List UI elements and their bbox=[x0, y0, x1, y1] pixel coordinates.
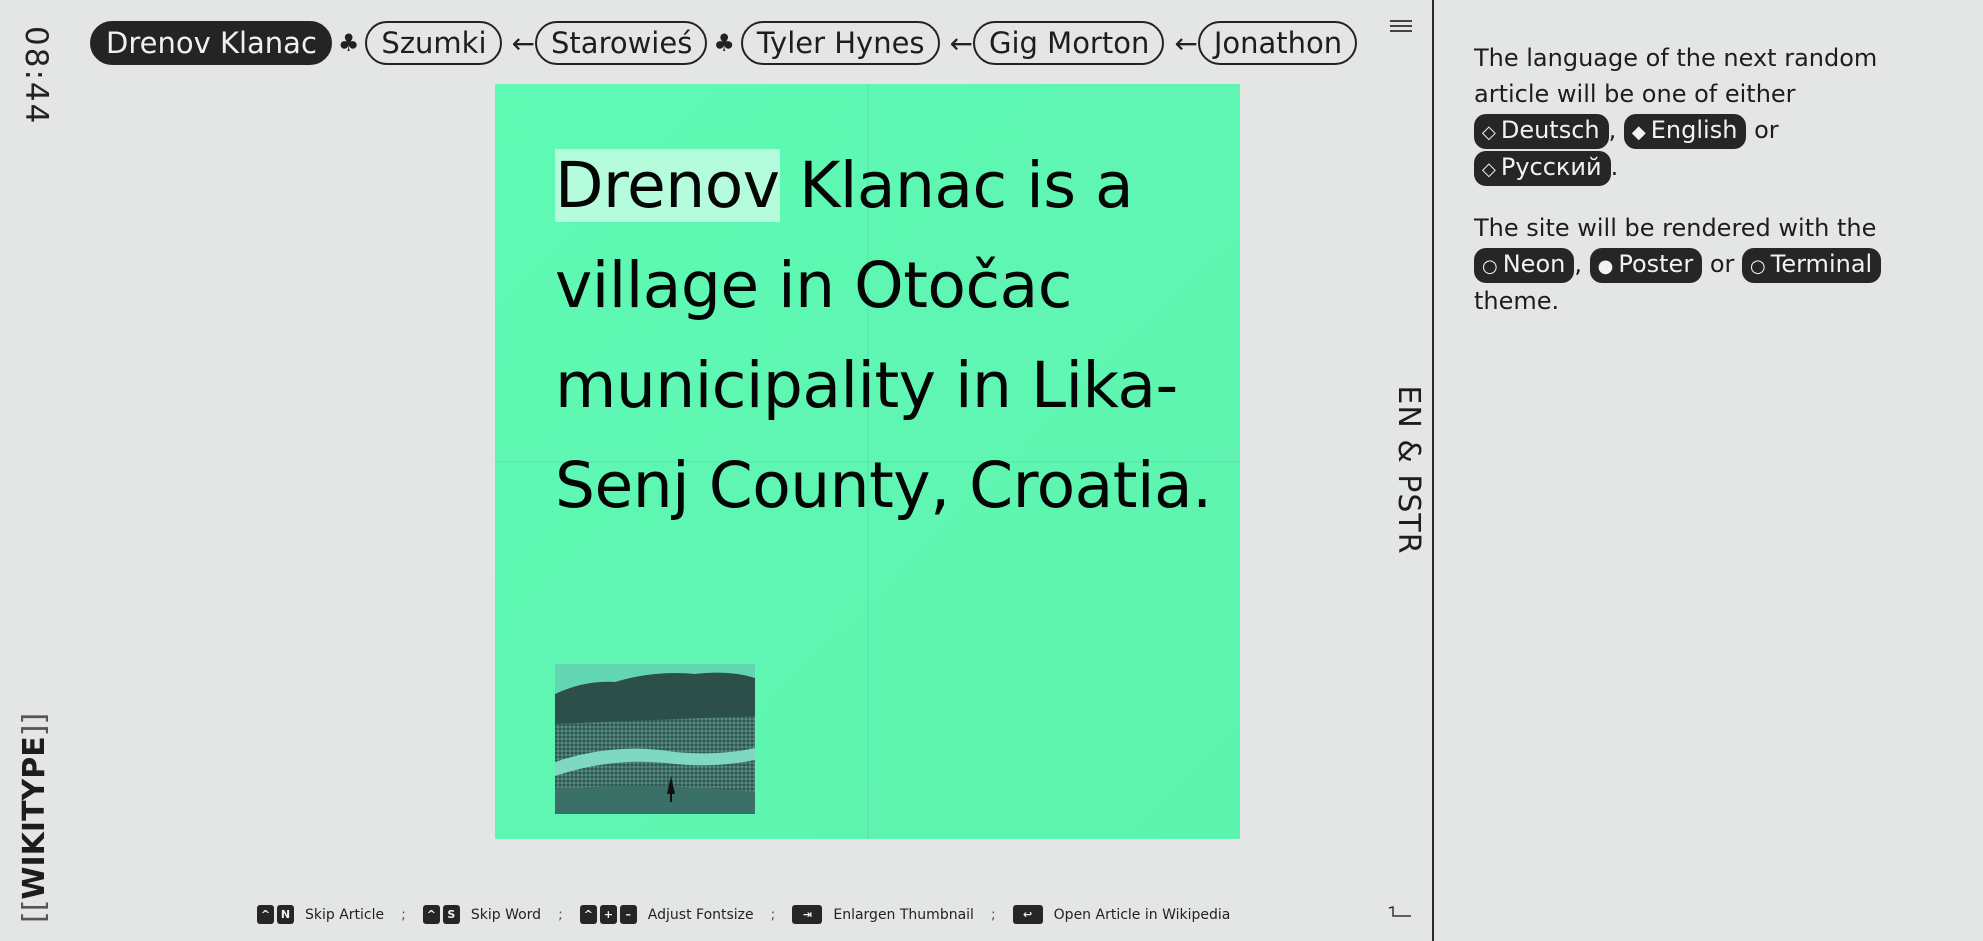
keyboard-hint: ^ S Skip Word bbox=[422, 905, 542, 924]
theme-chip-label: Neon bbox=[1502, 250, 1566, 278]
arrow-left-icon: ← bbox=[511, 26, 536, 60]
lang-chip-russian[interactable]: ◇ Русский bbox=[1474, 151, 1611, 186]
settings-sidebar: The language of the next random article … bbox=[1474, 40, 1944, 343]
hint-label: Skip Article bbox=[305, 906, 385, 923]
hint-separator: ; bbox=[558, 906, 563, 923]
key-cap: ^ bbox=[257, 905, 274, 924]
trail-item[interactable]: Starowieś bbox=[535, 21, 708, 65]
theme-paragraph: The site will be rendered with the ○ Neon… bbox=[1474, 210, 1944, 319]
keyboard-hints: ^ N Skip Article; ^ S Skip Word; ^ + – Adjust Fon… bbox=[257, 905, 1230, 924]
hint-label: Open Article in Wikipedia bbox=[1053, 906, 1231, 923]
article-trail: Drenov Klanac ♣ Szumki ← Starowieś ♣ Tyler Hyn… bbox=[90, 20, 1362, 66]
lang-chip-label: Русский bbox=[1500, 153, 1602, 181]
hint-label: Skip Word bbox=[470, 906, 542, 923]
theme-chip-label: Poster bbox=[1618, 250, 1694, 278]
keyboard-hint: ^ + – Adjust Fontsize bbox=[579, 905, 754, 924]
circle-outline-icon: ○ bbox=[1482, 256, 1498, 277]
keyboard-hint: ⇥ Enlargen Thumbnail bbox=[792, 905, 974, 924]
key-cap: ↩ bbox=[1012, 905, 1043, 924]
or-text: or bbox=[1754, 116, 1779, 144]
current-word-highlight: Drenov bbox=[555, 149, 780, 222]
hint-label: Adjust Fontsize bbox=[647, 906, 754, 923]
keyboard-hint: ↩ Open Article in Wikipedia bbox=[1012, 905, 1231, 924]
diamond-outline-icon: ◇ bbox=[1482, 122, 1496, 143]
or-text: or bbox=[1709, 250, 1735, 278]
article-text: Drenov Klanac is a village in Otočac mun… bbox=[555, 136, 1215, 536]
clock: 08:44 bbox=[18, 26, 54, 126]
wikitype-logo[interactable]: [[WIKITYPE]] bbox=[17, 713, 53, 923]
trail-item[interactable]: Gig Morton bbox=[973, 21, 1165, 65]
theme-chip-label: Terminal bbox=[1770, 250, 1873, 278]
menu-icon[interactable] bbox=[1390, 20, 1412, 34]
logo-bracket-close: ]] bbox=[17, 712, 52, 737]
club-icon: ♣ bbox=[713, 29, 735, 57]
lang-chip-label: English bbox=[1650, 116, 1738, 144]
lang-chip-deutsch[interactable]: ◇ Deutsch bbox=[1474, 114, 1609, 149]
trail-item[interactable]: Jonathon bbox=[1197, 21, 1358, 65]
hint-separator: ; bbox=[990, 906, 996, 923]
key-cap: ^ bbox=[579, 905, 597, 924]
key-cap: N bbox=[277, 905, 294, 924]
arrow-left-icon: ← bbox=[1174, 26, 1198, 60]
article-thumbnail[interactable] bbox=[555, 664, 755, 814]
trail-item[interactable]: Szumki bbox=[365, 21, 502, 65]
theme-chip-poster[interactable]: ● Poster bbox=[1589, 248, 1703, 283]
key-cap: + bbox=[599, 905, 617, 924]
lang-chip-label: Deutsch bbox=[1500, 116, 1600, 144]
circle-filled-icon: ● bbox=[1597, 256, 1614, 277]
theme-chip-neon[interactable]: ○ Neon bbox=[1474, 248, 1575, 283]
trail-item[interactable]: Tyler Hynes bbox=[740, 21, 940, 65]
language-paragraph: The language of the next random article … bbox=[1474, 40, 1944, 186]
logo-text: WIKITYPE bbox=[17, 736, 52, 900]
period: . bbox=[1610, 153, 1619, 181]
club-icon: ♣ bbox=[337, 29, 360, 57]
language-theme-indicator[interactable]: EN & PSTR bbox=[1390, 380, 1426, 560]
key-cap: ^ bbox=[422, 905, 440, 924]
hint-separator: ; bbox=[770, 906, 776, 923]
hint-label: Enlargen Thumbnail bbox=[833, 906, 974, 923]
hint-separator: ; bbox=[401, 906, 406, 923]
key-cap: S bbox=[442, 905, 460, 924]
comma: , bbox=[1608, 116, 1617, 144]
trail-item-current[interactable]: Drenov Klanac bbox=[90, 21, 332, 65]
pane-divider bbox=[1432, 0, 1434, 941]
diamond-filled-icon: ◆ bbox=[1631, 122, 1646, 143]
circle-outline-icon: ○ bbox=[1750, 256, 1766, 277]
logo-bracket-open: [[ bbox=[17, 899, 52, 923]
article-poster: Drenov Klanac is a village in Otočac mun… bbox=[495, 84, 1240, 839]
lang-chip-english[interactable]: ◆ English bbox=[1623, 114, 1747, 149]
key-cap: – bbox=[619, 905, 637, 924]
diamond-outline-icon: ◇ bbox=[1482, 159, 1496, 180]
corner-bracket-icon[interactable] bbox=[1388, 906, 1412, 918]
arrow-left-icon: ← bbox=[949, 26, 974, 60]
keyboard-hint: ^ N Skip Article bbox=[257, 905, 384, 924]
theme-intro: The site will be rendered with the bbox=[1474, 214, 1877, 242]
theme-chip-terminal[interactable]: ○ Terminal bbox=[1742, 248, 1882, 283]
theme-outro: theme. bbox=[1474, 287, 1560, 315]
comma: , bbox=[1574, 250, 1582, 278]
key-cap: ⇥ bbox=[792, 905, 823, 924]
language-intro: The language of the next random article … bbox=[1474, 44, 1878, 108]
